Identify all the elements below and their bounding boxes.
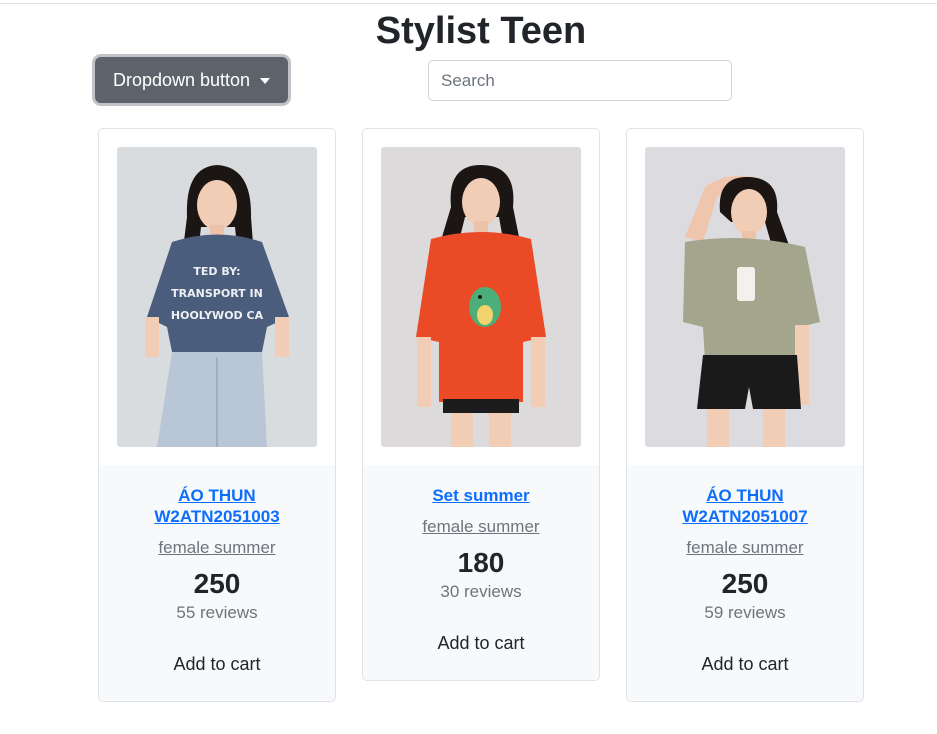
product-price: 250 [721,568,769,599]
product-reviews: 55 reviews [176,603,258,622]
product-card: Set summer female summer 180 30 reviews … [362,128,600,681]
product-category-link[interactable]: female summer [158,537,275,559]
add-to-cart-button[interactable]: Add to cart [701,653,788,675]
product-image[interactable]: TED BY: TRANSPORT IN HOOLYWOD CA [117,147,317,447]
caret-down-icon [260,78,271,84]
svg-text:HOOLYWOD CA: HOOLYWOD CA [171,309,264,322]
product-name-link[interactable]: ÁO THUN W2ATN2051003 [111,485,323,527]
product-category-link[interactable]: female summer [422,516,539,538]
product-card: ÁO THUN W2ATN2051007 female summer 250 5… [626,128,864,702]
product-reviews: 30 reviews [440,582,522,601]
dropdown-button-label: Dropdown button [112,69,251,90]
product-price: 250 [193,568,241,599]
product-image[interactable] [381,147,581,447]
product-price: 180 [457,547,505,578]
product-category-link[interactable]: female summer [686,537,803,559]
product-reviews: 59 reviews [704,603,786,622]
product-image[interactable] [645,147,845,447]
product-card: TED BY: TRANSPORT IN HOOLYWOD CA ÁO THUN… [98,128,336,702]
search-input[interactable] [428,60,732,101]
page-title: Stylist Teen [375,10,587,52]
svg-text:TED BY:: TED BY: [193,265,240,278]
add-to-cart-button[interactable]: Add to cart [173,653,260,675]
product-name-link[interactable]: Set summer [375,485,587,506]
add-to-cart-button[interactable]: Add to cart [437,632,524,654]
product-name-link[interactable]: ÁO THUN W2ATN2051007 [639,485,851,527]
svg-text:TRANSPORT IN: TRANSPORT IN [171,287,263,300]
top-divider [0,3,937,4]
dropdown-button[interactable]: Dropdown button [95,57,288,103]
